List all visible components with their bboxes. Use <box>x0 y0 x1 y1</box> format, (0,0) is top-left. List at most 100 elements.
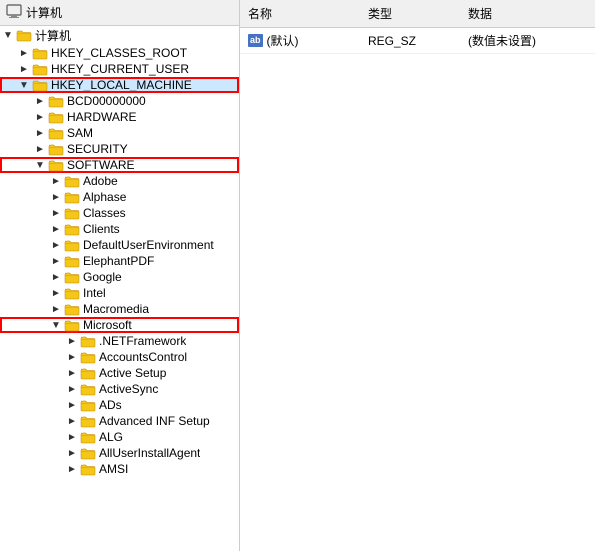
folder-icon <box>64 191 80 204</box>
registry-editor: 计算机 ▼ 计算机► HKEY_CLASSES_ROOT► HKEY_CURRE… <box>0 0 595 551</box>
arrow-icon[interactable]: ► <box>48 176 64 187</box>
folder-icon <box>64 175 80 188</box>
arrow-icon[interactable]: ► <box>48 288 64 299</box>
folder-icon <box>64 255 80 268</box>
tree-item-hardware[interactable]: ► HARDWARE <box>0 109 239 125</box>
tree-item-bcd00000000[interactable]: ► BCD00000000 <box>0 93 239 109</box>
tree-item-intel[interactable]: ► Intel <box>0 285 239 301</box>
tree-item-label: Macromedia <box>83 302 149 316</box>
tree-item-label: HKEY_CURRENT_USER <box>51 62 189 76</box>
arrow-icon[interactable]: ► <box>32 112 48 123</box>
tree-item-microsoft[interactable]: ▼ Microsoft <box>0 317 239 333</box>
arrow-icon[interactable]: ► <box>16 48 32 59</box>
arrow-icon[interactable]: ► <box>64 336 80 347</box>
col-type-header: 类型 <box>360 3 460 24</box>
folder-icon <box>64 239 80 252</box>
arrow-icon[interactable]: ► <box>48 224 64 235</box>
tree-item-alg[interactable]: ► ALG <box>0 429 239 445</box>
tree-item-classes[interactable]: ► Classes <box>0 205 239 221</box>
arrow-icon[interactable]: ► <box>48 208 64 219</box>
arrow-icon[interactable]: ► <box>64 416 80 427</box>
tree-item-label: Adobe <box>83 174 118 188</box>
arrow-icon[interactable]: ► <box>48 256 64 267</box>
folder-icon <box>48 159 64 172</box>
arrow-icon[interactable]: ► <box>16 64 32 75</box>
arrow-icon[interactable]: ► <box>32 144 48 155</box>
tree-item-computer[interactable]: ▼ 计算机 <box>0 26 239 45</box>
tree-item-defaultuserenvironment[interactable]: ► DefaultUserEnvironment <box>0 237 239 253</box>
folder-icon <box>80 335 96 348</box>
arrow-icon[interactable]: ▼ <box>48 320 64 331</box>
folder-icon <box>80 383 96 396</box>
folder-icon <box>64 287 80 300</box>
tree-item-amsi[interactable]: ► AMSI <box>0 461 239 477</box>
tree-item-label: ADs <box>99 398 122 412</box>
tree-item-google[interactable]: ► Google <box>0 269 239 285</box>
tree-content[interactable]: ▼ 计算机► HKEY_CLASSES_ROOT► HKEY_CURRENT_U… <box>0 26 239 551</box>
folder-icon <box>48 143 64 156</box>
col-name-header: 名称 <box>240 3 360 24</box>
tree-item-label: BCD00000000 <box>67 94 146 108</box>
tree-item-hkey_classes_root[interactable]: ► HKEY_CLASSES_ROOT <box>0 45 239 61</box>
tree-header: 计算机 <box>0 0 239 26</box>
folder-icon <box>80 399 96 412</box>
tree-item-alluserinstallagent[interactable]: ► AllUserInstallAgent <box>0 445 239 461</box>
tree-item-macromedia[interactable]: ► Macromedia <box>0 301 239 317</box>
folder-icon <box>64 223 80 236</box>
folder-icon <box>64 319 80 332</box>
folder-icon <box>32 47 48 60</box>
computer-icon <box>6 3 22 22</box>
detail-row: ab (默认) REG_SZ (数值未设置) <box>240 28 595 54</box>
tree-item-label: ALG <box>99 430 123 444</box>
arrow-icon[interactable]: ► <box>64 368 80 379</box>
tree-item-software[interactable]: ▼ SOFTWARE <box>0 157 239 173</box>
tree-item-hkey_local_machine[interactable]: ▼ HKEY_LOCAL_MACHINE <box>0 77 239 93</box>
tree-item-hkey_current_user[interactable]: ► HKEY_CURRENT_USER <box>0 61 239 77</box>
arrow-icon[interactable]: ► <box>64 352 80 363</box>
folder-icon <box>32 63 48 76</box>
folder-icon <box>80 351 96 364</box>
tree-item-label: ElephantPDF <box>83 254 154 268</box>
tree-item-netframework[interactable]: ► .NETFramework <box>0 333 239 349</box>
tree-item-security[interactable]: ► SECURITY <box>0 141 239 157</box>
tree-item-label: AMSI <box>99 462 128 476</box>
arrow-icon[interactable]: ► <box>64 464 80 475</box>
tree-item-accountscontrol[interactable]: ► AccountsControl <box>0 349 239 365</box>
arrow-icon[interactable]: ▼ <box>32 160 48 171</box>
tree-item-label: SOFTWARE <box>67 158 135 172</box>
folder-icon <box>80 463 96 476</box>
tree-item-label: Microsoft <box>83 318 132 332</box>
arrow-icon[interactable]: ► <box>32 96 48 107</box>
folder-icon <box>32 79 48 92</box>
detail-data-cell: (数值未设置) <box>460 30 595 51</box>
tree-item-elephantpdf[interactable]: ► ElephantPDF <box>0 253 239 269</box>
tree-item-sam[interactable]: ► SAM <box>0 125 239 141</box>
arrow-icon[interactable]: ► <box>48 192 64 203</box>
detail-type-cell: REG_SZ <box>360 32 460 50</box>
tree-item-ads[interactable]: ► ADs <box>0 397 239 413</box>
tree-item-label: Google <box>83 270 122 284</box>
tree-item-activesync[interactable]: ► ActiveSync <box>0 381 239 397</box>
arrow-icon[interactable]: ► <box>48 304 64 315</box>
arrow-icon[interactable]: ▼ <box>0 30 16 41</box>
tree-item-advanced_inf_setup[interactable]: ► Advanced INF Setup <box>0 413 239 429</box>
arrow-icon[interactable]: ► <box>32 128 48 139</box>
tree-item-active_setup[interactable]: ► Active Setup <box>0 365 239 381</box>
arrow-icon[interactable]: ► <box>48 240 64 251</box>
arrow-icon[interactable]: ► <box>64 384 80 395</box>
arrow-icon[interactable]: ► <box>64 400 80 411</box>
arrow-icon[interactable]: ► <box>48 272 64 283</box>
tree-item-label: Alphase <box>83 190 126 204</box>
arrow-icon[interactable]: ► <box>64 432 80 443</box>
tree-item-label: AccountsControl <box>99 350 187 364</box>
tree-item-label: SAM <box>67 126 93 140</box>
tree-item-label: .NETFramework <box>99 334 186 348</box>
tree-item-clients[interactable]: ► Clients <box>0 221 239 237</box>
tree-item-adobe[interactable]: ► Adobe <box>0 173 239 189</box>
arrow-icon[interactable]: ▼ <box>16 80 32 91</box>
arrow-icon[interactable]: ► <box>64 448 80 459</box>
tree-item-label: HKEY_CLASSES_ROOT <box>51 46 187 60</box>
folder-icon <box>80 447 96 460</box>
tree-item-alphase[interactable]: ► Alphase <box>0 189 239 205</box>
tree-item-label: Intel <box>83 286 106 300</box>
